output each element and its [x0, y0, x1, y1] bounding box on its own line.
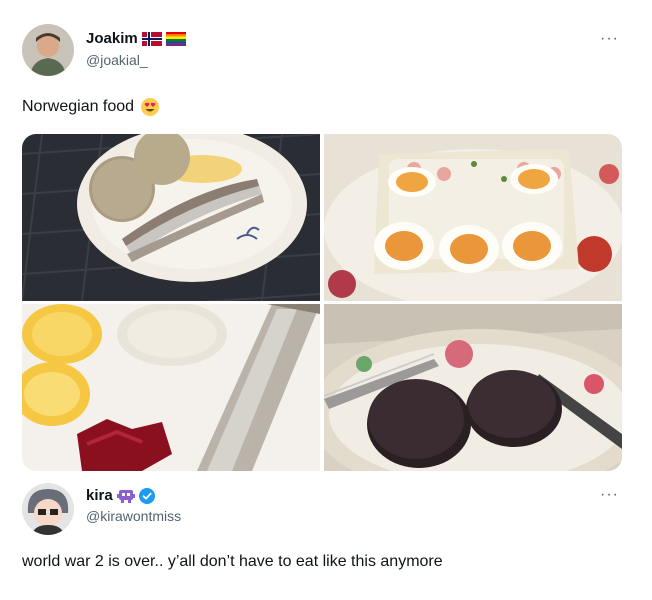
heart-eyes-emoji [141, 98, 160, 116]
tweet-text: Norwegian food [22, 97, 160, 117]
alien-icon [116, 489, 135, 503]
tweet-text: world war 2 is over.. y’all don’t have t… [22, 553, 443, 570]
handle[interactable]: @kirawontmiss [86, 508, 181, 524]
media-grid [22, 134, 622, 471]
avatar-joakim[interactable] [22, 24, 74, 76]
rainbow-flag-icon [165, 31, 186, 46]
more-options-button[interactable]: ··· [600, 486, 619, 504]
display-name[interactable]: kira [86, 487, 113, 504]
verified-icon [138, 487, 155, 504]
photo-herring-potatoes[interactable] [22, 134, 320, 301]
avatar-kira[interactable] [22, 483, 74, 535]
tweet-text-content: Norwegian food [22, 98, 135, 115]
name-row: Joakim [86, 30, 186, 47]
name-row: kira [86, 487, 155, 504]
photo-egg-aspic[interactable] [324, 134, 622, 301]
display-name[interactable]: Joakim [86, 30, 138, 47]
photo-herring-beets[interactable] [22, 304, 320, 471]
photo-blood-sausage[interactable] [324, 304, 622, 471]
norway-flag-icon [141, 31, 162, 46]
handle[interactable]: @joakial_ [86, 52, 148, 68]
more-options-button[interactable]: ··· [600, 30, 619, 48]
